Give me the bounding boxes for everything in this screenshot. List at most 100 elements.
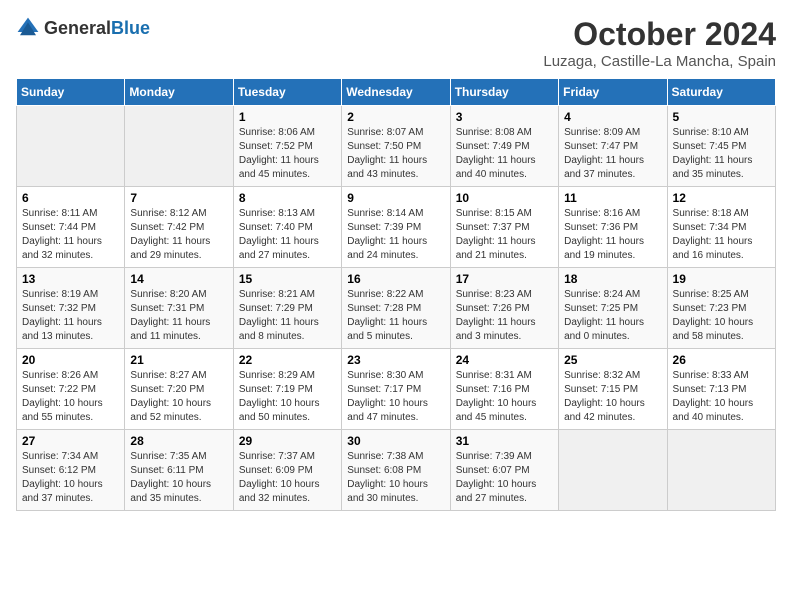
calendar-day-cell: 15 Sunrise: 8:21 AM Sunset: 7:29 PM Dayli… [233, 268, 341, 349]
calendar-day-cell: 14 Sunrise: 8:20 AM Sunset: 7:31 PM Dayli… [125, 268, 233, 349]
calendar-day-cell: 12Sunrise: 8:18 AM Sunset: 7:34 PM Dayli… [667, 187, 775, 268]
calendar-day-cell: 13Sunrise: 8:19 AM Sunset: 7:32 PM Dayli… [17, 268, 125, 349]
day-detail: Sunrise: 8:24 AM Sunset: 7:25 PM Dayligh… [564, 288, 661, 344]
day-detail: Sunrise: 7:38 AM Sunset: 6:08 PM Dayligh… [347, 450, 444, 506]
calendar-day-cell: 30 Sunrise: 7:38 AM Sunset: 6:08 PM Dayli… [342, 430, 450, 511]
day-number: 22 [239, 353, 336, 367]
day-number: 2 [347, 110, 444, 124]
day-detail: Sunrise: 8:10 AM Sunset: 7:45 PM Dayligh… [673, 126, 770, 182]
calendar-day-cell: 5 Sunrise: 8:10 AM Sunset: 7:45 PM Daylig… [667, 106, 775, 187]
day-of-week-header: Wednesday [342, 79, 450, 106]
day-detail: Sunrise: 8:31 AM Sunset: 7:16 PM Dayligh… [456, 369, 553, 425]
calendar-day-cell: 26Sunrise: 8:33 AM Sunset: 7:13 PM Dayli… [667, 349, 775, 430]
day-number: 16 [347, 272, 444, 286]
calendar-day-cell: 20 Sunrise: 8:26 AM Sunset: 7:22 PM Dayli… [17, 349, 125, 430]
calendar-day-cell: 3 Sunrise: 8:08 AM Sunset: 7:49 PM Daylig… [450, 106, 558, 187]
day-detail: Sunrise: 8:29 AM Sunset: 7:19 PM Dayligh… [239, 369, 336, 425]
calendar-week-row: 27 Sunrise: 7:34 AM Sunset: 6:12 PM Dayli… [17, 430, 776, 511]
day-detail: Sunrise: 8:07 AM Sunset: 7:50 PM Dayligh… [347, 126, 444, 182]
calendar-day-cell: 22 Sunrise: 8:29 AM Sunset: 7:19 PM Dayli… [233, 349, 341, 430]
day-number: 6 [22, 191, 119, 205]
calendar-day-cell: 21 Sunrise: 8:27 AM Sunset: 7:20 PM Dayli… [125, 349, 233, 430]
day-detail: Sunrise: 8:06 AM Sunset: 7:52 PM Dayligh… [239, 126, 336, 182]
calendar-table: SundayMondayTuesdayWednesdayThursdayFrid… [16, 78, 776, 511]
day-number: 13 [22, 272, 119, 286]
day-number: 30 [347, 434, 444, 448]
day-of-week-header: Thursday [450, 79, 558, 106]
day-number: 4 [564, 110, 661, 124]
day-number: 27 [22, 434, 119, 448]
day-detail: Sunrise: 8:25 AM Sunset: 7:23 PM Dayligh… [673, 288, 770, 344]
day-number: 10 [456, 191, 553, 205]
day-number: 18 [564, 272, 661, 286]
day-detail: Sunrise: 7:34 AM Sunset: 6:12 PM Dayligh… [22, 450, 119, 506]
day-detail: Sunrise: 8:16 AM Sunset: 7:36 PM Dayligh… [564, 207, 661, 263]
calendar-day-cell: 31 Sunrise: 7:39 AM Sunset: 6:07 PM Dayli… [450, 430, 558, 511]
day-number: 3 [456, 110, 553, 124]
day-number: 23 [347, 353, 444, 367]
calendar-day-cell: 23 Sunrise: 8:30 AM Sunset: 7:17 PM Dayli… [342, 349, 450, 430]
day-number: 20 [22, 353, 119, 367]
day-of-week-header: Sunday [17, 79, 125, 106]
day-detail: Sunrise: 8:13 AM Sunset: 7:40 PM Dayligh… [239, 207, 336, 263]
day-detail: Sunrise: 8:20 AM Sunset: 7:31 PM Dayligh… [130, 288, 227, 344]
calendar-day-cell: 7 Sunrise: 8:12 AM Sunset: 7:42 PM Daylig… [125, 187, 233, 268]
day-number: 7 [130, 191, 227, 205]
day-detail: Sunrise: 8:18 AM Sunset: 7:34 PM Dayligh… [673, 207, 770, 263]
day-detail: Sunrise: 8:22 AM Sunset: 7:28 PM Dayligh… [347, 288, 444, 344]
title-block: October 2024 Luzaga, Castille-La Mancha,… [543, 16, 776, 70]
day-of-week-header: Tuesday [233, 79, 341, 106]
day-detail: Sunrise: 8:14 AM Sunset: 7:39 PM Dayligh… [347, 207, 444, 263]
day-detail: Sunrise: 8:32 AM Sunset: 7:15 PM Dayligh… [564, 369, 661, 425]
calendar-week-row: 20 Sunrise: 8:26 AM Sunset: 7:22 PM Dayli… [17, 349, 776, 430]
month-year-title: October 2024 [543, 16, 776, 53]
day-detail: Sunrise: 8:21 AM Sunset: 7:29 PM Dayligh… [239, 288, 336, 344]
page-header: GeneralBlue October 2024 Luzaga, Castill… [16, 16, 776, 70]
calendar-week-row: 6Sunrise: 8:11 AM Sunset: 7:44 PM Daylig… [17, 187, 776, 268]
logo-icon [16, 16, 40, 40]
calendar-day-cell: 25 Sunrise: 8:32 AM Sunset: 7:15 PM Dayli… [559, 349, 667, 430]
day-number: 25 [564, 353, 661, 367]
day-number: 19 [673, 272, 770, 286]
calendar-day-cell: 18 Sunrise: 8:24 AM Sunset: 7:25 PM Dayli… [559, 268, 667, 349]
day-number: 24 [456, 353, 553, 367]
day-number: 14 [130, 272, 227, 286]
day-detail: Sunrise: 8:27 AM Sunset: 7:20 PM Dayligh… [130, 369, 227, 425]
calendar-day-cell [17, 106, 125, 187]
calendar-day-cell: 19 Sunrise: 8:25 AM Sunset: 7:23 PM Dayli… [667, 268, 775, 349]
calendar-day-cell: 10Sunrise: 8:15 AM Sunset: 7:37 PM Dayli… [450, 187, 558, 268]
day-number: 11 [564, 191, 661, 205]
day-number: 9 [347, 191, 444, 205]
day-number: 17 [456, 272, 553, 286]
day-number: 15 [239, 272, 336, 286]
day-detail: Sunrise: 8:08 AM Sunset: 7:49 PM Dayligh… [456, 126, 553, 182]
calendar-day-cell [559, 430, 667, 511]
calendar-day-cell: 17 Sunrise: 8:23 AM Sunset: 7:26 PM Dayli… [450, 268, 558, 349]
day-number: 31 [456, 434, 553, 448]
day-number: 26 [673, 353, 770, 367]
calendar-day-cell [125, 106, 233, 187]
day-detail: Sunrise: 8:30 AM Sunset: 7:17 PM Dayligh… [347, 369, 444, 425]
calendar-week-row: 13Sunrise: 8:19 AM Sunset: 7:32 PM Dayli… [17, 268, 776, 349]
day-number: 29 [239, 434, 336, 448]
day-detail: Sunrise: 8:12 AM Sunset: 7:42 PM Dayligh… [130, 207, 227, 263]
day-number: 28 [130, 434, 227, 448]
day-detail: Sunrise: 7:39 AM Sunset: 6:07 PM Dayligh… [456, 450, 553, 506]
logo-general-text: General [44, 18, 111, 38]
calendar-day-cell: 4 Sunrise: 8:09 AM Sunset: 7:47 PM Daylig… [559, 106, 667, 187]
calendar-day-cell: 27 Sunrise: 7:34 AM Sunset: 6:12 PM Dayli… [17, 430, 125, 511]
calendar-day-cell: 11 Sunrise: 8:16 AM Sunset: 7:36 PM Dayli… [559, 187, 667, 268]
day-number: 8 [239, 191, 336, 205]
day-detail: Sunrise: 8:23 AM Sunset: 7:26 PM Dayligh… [456, 288, 553, 344]
day-of-week-header: Monday [125, 79, 233, 106]
calendar-day-cell: 1 Sunrise: 8:06 AM Sunset: 7:52 PM Daylig… [233, 106, 341, 187]
day-detail: Sunrise: 8:09 AM Sunset: 7:47 PM Dayligh… [564, 126, 661, 182]
day-of-week-header: Saturday [667, 79, 775, 106]
day-detail: Sunrise: 7:37 AM Sunset: 6:09 PM Dayligh… [239, 450, 336, 506]
day-detail: Sunrise: 7:35 AM Sunset: 6:11 PM Dayligh… [130, 450, 227, 506]
day-number: 5 [673, 110, 770, 124]
day-number: 21 [130, 353, 227, 367]
day-detail: Sunrise: 8:26 AM Sunset: 7:22 PM Dayligh… [22, 369, 119, 425]
day-number: 1 [239, 110, 336, 124]
calendar-day-cell [667, 430, 775, 511]
